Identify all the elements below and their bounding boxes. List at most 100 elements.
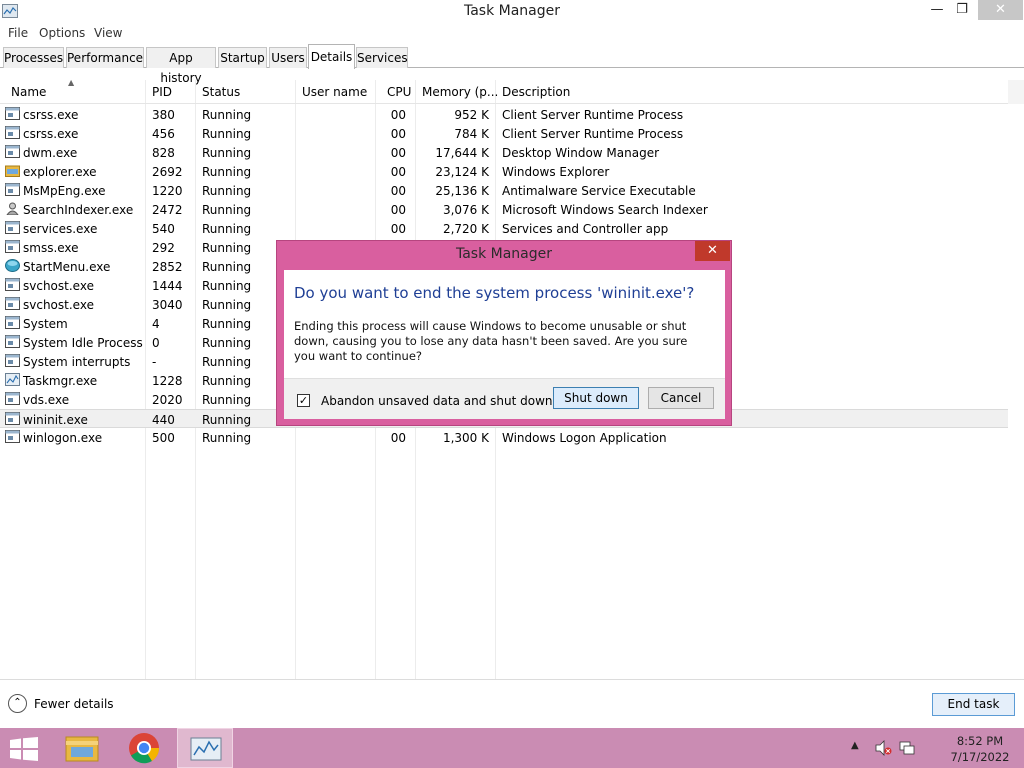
status-cell: Running [202,298,252,312]
status-cell: Running [202,241,252,255]
process-icon [5,297,20,310]
abandon-data-label[interactable]: Abandon unsaved data and shut down. [321,394,556,408]
dialog-close-button[interactable]: ✕ [695,241,730,261]
menu-file[interactable]: File [8,26,28,40]
sort-ascending-icon: ▲ [68,78,75,87]
table-row[interactable]: services.exe 540 Running 00 2,720 K Services … [0,219,1008,238]
table-row[interactable]: csrss.exe 380 Running 00 952 K Client Server … [0,105,1008,124]
dialog-footer: ✓ Abandon unsaved data and shut down. Sh… [284,378,725,419]
tab-details[interactable]: Details [308,44,355,69]
process-name-cell: winlogon.exe [23,431,103,445]
column-header-status[interactable]: Status [202,85,240,99]
tab-processes[interactable]: Processes [3,47,64,68]
column-header-pid[interactable]: PID [152,85,172,99]
menu-options[interactable]: Options [39,26,85,40]
process-name-cell: services.exe [23,222,98,236]
table-row[interactable]: dwm.exe 828 Running 00 17,644 K Desktop Windo… [0,143,1008,162]
memory-cell: 952 K [454,108,489,122]
dialog-heading: Do you want to end the system process 'w… [294,284,695,302]
system-clock[interactable]: 8:52 PM 7/17/2022 [940,733,1020,765]
menu-view[interactable]: View [94,26,122,40]
description-cell: Antimalware Service Executable [502,184,696,198]
cpu-cell: 00 [390,203,406,217]
tab-performance[interactable]: Performance [66,47,144,68]
cancel-button[interactable]: Cancel [648,387,714,409]
pid-cell: 2020 [152,393,183,407]
pid-cell: 3040 [152,298,183,312]
abandon-data-checkbox[interactable]: ✓ [297,394,310,407]
task-manager-taskbar-button[interactable] [177,728,233,768]
status-cell: Running [202,203,252,217]
process-name-cell: csrss.exe [23,127,79,141]
process-name-cell: MsMpEng.exe [23,184,106,198]
status-cell: Running [202,108,252,122]
column-header-user-name[interactable]: User name [302,85,367,99]
process-icon [5,145,20,158]
process-name-cell: csrss.exe [23,108,79,122]
description-cell: Services and Controller app [502,222,669,236]
file-explorer-taskbar-button[interactable] [54,728,110,768]
maximize-button[interactable]: ❐ [947,0,977,20]
status-cell: Running [202,165,252,179]
chevron-up-icon: ⌃ [8,694,27,713]
description-cell: Desktop Window Manager [502,146,660,160]
process-icon [5,354,20,367]
cpu-cell: 00 [390,184,406,198]
column-header-cpu[interactable]: CPU [387,85,411,99]
process-name-cell: StartMenu.exe [23,260,111,274]
memory-cell: 17,644 K [435,146,489,160]
table-row[interactable]: winlogon.exe 500 Running 00 1,300 K Windows L… [0,428,1008,447]
network-icon[interactable] [898,740,916,756]
windows-start-icon[interactable] [10,737,38,761]
pid-cell: 1444 [152,279,183,293]
process-icon [5,107,20,120]
process-name-cell: svchost.exe [23,298,94,312]
table-row[interactable]: csrss.exe 456 Running 00 784 K Client Server … [0,124,1008,143]
process-name-cell: dwm.exe [23,146,78,160]
volume-muted-icon[interactable] [874,740,892,756]
scrollbar[interactable] [1008,80,1024,104]
column-header-memory[interactable]: Memory (p... [422,85,498,99]
status-cell: Running [202,431,252,445]
pid-cell: 2472 [152,203,183,217]
pid-cell: 440 [152,413,175,427]
taskbar: ▲ 8:52 PM 7/17/2022 [0,728,1024,768]
process-icon [5,126,20,139]
pid-cell: 500 [152,431,175,445]
cpu-cell: 00 [390,127,406,141]
start-menu-icon [5,259,20,272]
status-cell: Running [202,260,252,274]
cpu-cell: 00 [390,165,406,179]
process-name-cell: svchost.exe [23,279,94,293]
status-cell: Running [202,317,252,331]
tab-app-history[interactable]: App history [146,47,216,85]
shut-down-button[interactable]: Shut down [553,387,639,409]
table-row[interactable]: explorer.exe 2692 Running 00 23,124 K Windows… [0,162,1008,181]
dialog-title: Task Manager [455,246,553,262]
tab-users[interactable]: Users [269,47,307,68]
process-icon [5,221,20,234]
column-header-description[interactable]: Description [502,85,570,99]
tab-startup[interactable]: Startup [218,47,267,68]
process-icon [5,412,20,425]
title-bar: Task Manager — ❐ ✕ [0,0,1024,23]
pid-cell: 292 [152,241,175,255]
end-task-button[interactable]: End task [932,693,1015,716]
menu-bar: File Options View [0,24,1024,43]
column-header-name[interactable]: Name [11,85,46,99]
status-cell: Running [202,374,252,388]
tab-services[interactable]: Services [356,47,408,68]
chrome-icon [129,733,160,764]
chrome-taskbar-button[interactable] [116,728,172,768]
table-row[interactable]: MsMpEng.exe 1220 Running 00 25,136 K Antimalw… [0,181,1008,200]
close-button[interactable]: ✕ [978,0,1023,20]
memory-cell: 1,300 K [442,431,489,445]
pid-cell: - [152,355,157,369]
table-row[interactable]: SearchIndexer.exe 2472 Running 00 3,076 K Mic… [0,200,1008,219]
description-cell: Windows Logon Application [502,431,667,445]
window-title: Task Manager [463,3,561,19]
process-icon [5,392,20,405]
show-hidden-icons-icon[interactable]: ▲ [851,740,859,751]
process-icon [5,335,20,348]
memory-cell: 25,136 K [435,184,489,198]
